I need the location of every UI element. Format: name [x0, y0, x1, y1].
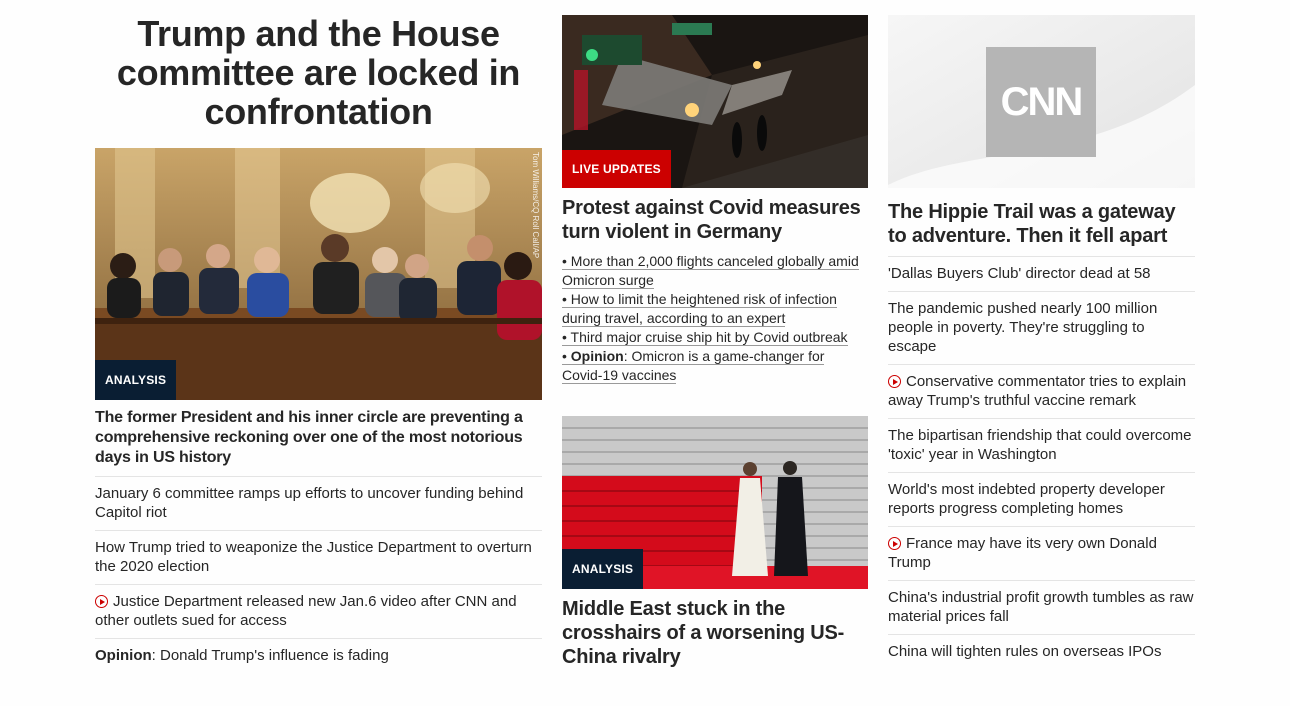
list-item[interactable]: The pandemic pushed nearly 100 million p… — [888, 292, 1195, 365]
bullet-link[interactable]: • Opinion: Omicron is a game-changer for… — [562, 347, 868, 385]
list-item[interactable]: Conservative commentator tries to explai… — [888, 365, 1195, 419]
list-item-text[interactable]: Conservative commentator tries to explai… — [888, 373, 1186, 409]
play-video-icon — [95, 595, 108, 608]
list-item[interactable]: World's most indebted property developer… — [888, 473, 1195, 527]
list-item[interactable]: France may have its very own Donald Trum… — [888, 527, 1195, 581]
middle-column: LIVE UPDATES Protest against Covid measu… — [562, 0, 868, 677]
cnn-placeholder-image[interactable]: CNN — [888, 15, 1195, 188]
list-item-text[interactable]: Justice Department released new Jan.6 vi… — [95, 593, 517, 629]
bullet-link-text[interactable]: • Third major cruise ship hit by Covid o… — [562, 329, 848, 346]
list-item[interactable]: How Trump tried to weaponize the Justice… — [95, 531, 542, 585]
hero-headline[interactable]: Trump and the House committee are locked… — [95, 14, 542, 131]
bullet-link[interactable]: • How to limit the heightened risk of in… — [562, 290, 868, 328]
play-video-icon — [888, 375, 901, 388]
list-item[interactable]: Opinion: Donald Trump's influence is fad… — [95, 639, 542, 673]
list-item[interactable]: 'Dallas Buyers Club' director dead at 58 — [888, 257, 1195, 292]
live-updates-badge: LIVE UPDATES — [562, 150, 671, 188]
photo-credit: Tom Williams/CQ Roll Call/AP — [531, 152, 540, 259]
list-item-text[interactable]: How Trump tried to weaponize the Justice… — [95, 539, 532, 575]
opinion-label: Opinion — [95, 647, 152, 664]
list-item-text[interactable]: China's industrial profit growth tumbles… — [888, 589, 1194, 625]
bullet-link-text[interactable]: • More than 2,000 flights canceled globa… — [562, 253, 859, 289]
hippie-trail-headline[interactable]: The Hippie Trail was a gateway to advent… — [888, 200, 1195, 248]
list-item[interactable]: Justice Department released new Jan.6 vi… — [95, 585, 542, 639]
bullet-link[interactable]: • Third major cruise ship hit by Covid o… — [562, 328, 868, 347]
cnn-logo-text: CNN — [1000, 80, 1084, 124]
list-item-text[interactable]: The pandemic pushed nearly 100 million p… — [888, 300, 1157, 355]
middle-east-photo[interactable]: ANALYSIS — [562, 416, 868, 589]
list-item-text[interactable]: China will tighten rules on overseas IPO… — [888, 643, 1161, 660]
analysis-badge: ANALYSIS — [95, 360, 177, 400]
bullet-link[interactable]: • More than 2,000 flights canceled globa… — [562, 252, 868, 290]
lead-story-column: Trump and the House committee are locked… — [95, 0, 542, 673]
list-item[interactable]: The bipartisan friendship that could ove… — [888, 419, 1195, 473]
lead-story-headline[interactable]: The former President and his inner circl… — [95, 408, 542, 468]
list-item-text[interactable]: : Donald Trump's influence is fading — [152, 647, 389, 664]
bullet-prefix: • — [562, 348, 571, 364]
analysis-badge: ANALYSIS — [562, 549, 644, 589]
list-item[interactable]: China's industrial profit growth tumbles… — [888, 581, 1195, 635]
list-item-text[interactable]: World's most indebted property developer… — [888, 481, 1165, 517]
list-item[interactable]: January 6 committee ramps up efforts to … — [95, 477, 542, 531]
list-item[interactable]: China will tighten rules on overseas IPO… — [888, 635, 1195, 669]
bullet-link-text[interactable]: • How to limit the heightened risk of in… — [562, 291, 837, 327]
list-item-text[interactable]: January 6 committee ramps up efforts to … — [95, 485, 523, 521]
right-column: CNN The Hippie Trail was a gateway to ad… — [888, 0, 1195, 669]
hearing-photo[interactable]: Tom Williams/CQ Roll Call/AP ANALYSIS — [95, 148, 542, 400]
related-links-list: January 6 committee ramps up efforts to … — [95, 476, 542, 673]
list-item-text[interactable]: The bipartisan friendship that could ove… — [888, 427, 1192, 463]
play-video-icon — [888, 537, 901, 550]
opinion-label: Opinion — [570, 348, 624, 364]
list-item-text[interactable]: France may have its very own Donald Trum… — [888, 535, 1157, 571]
covid-protest-headline[interactable]: Protest against Covid measures turn viol… — [562, 196, 868, 244]
covid-bullet-list: • More than 2,000 flights canceled globa… — [562, 252, 868, 385]
middle-east-headline[interactable]: Middle East stuck in the crosshairs of a… — [562, 597, 868, 669]
germany-protest-photo[interactable]: LIVE UPDATES — [562, 15, 868, 188]
right-links-list: 'Dallas Buyers Club' director dead at 58… — [888, 256, 1195, 669]
list-item-text[interactable]: 'Dallas Buyers Club' director dead at 58 — [888, 265, 1151, 282]
